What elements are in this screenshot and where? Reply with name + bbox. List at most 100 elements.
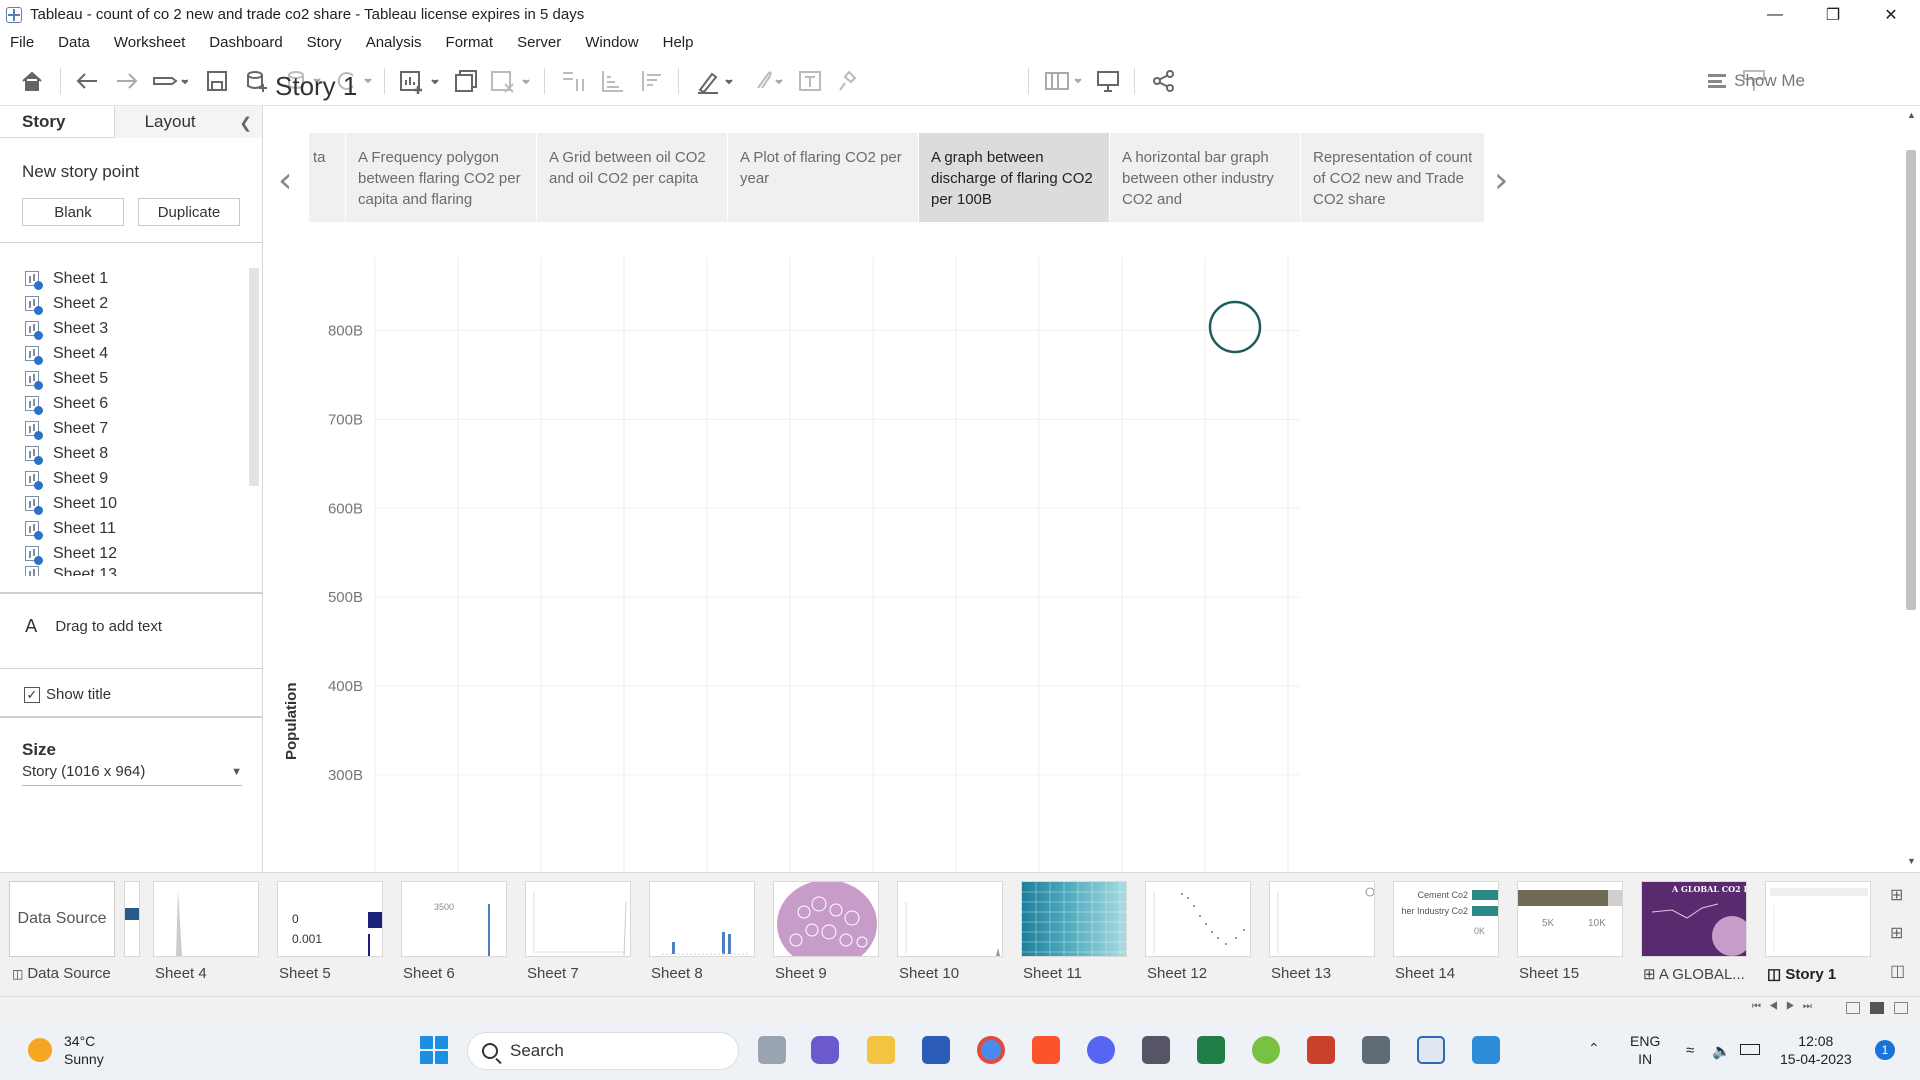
sheet-tab[interactable]: Sheet 8	[649, 881, 759, 983]
sheet-tab[interactable]: 5K 10K Sheet 15	[1517, 881, 1627, 983]
weather-widget[interactable]: 34°C Sunny	[28, 1032, 104, 1068]
new-dashboard-tab-icon[interactable]: ⊞	[1890, 923, 1903, 943]
camera-icon[interactable]	[1142, 1036, 1170, 1064]
tableau-icon[interactable]	[1417, 1036, 1445, 1064]
menu-format[interactable]: Format	[446, 34, 494, 51]
undo-icon[interactable]	[72, 66, 102, 96]
sheet-list-item[interactable]: Sheet 7	[0, 416, 263, 441]
sheet-tab[interactable]: Sheet 13	[1269, 881, 1379, 983]
replay-icon[interactable]	[150, 66, 190, 96]
sort-ascending-icon[interactable]	[598, 66, 626, 96]
sheet-list-scrollbar[interactable]	[249, 268, 259, 486]
tabs-view-icon[interactable]	[1870, 1002, 1884, 1014]
menu-dashboard[interactable]: Dashboard	[209, 34, 282, 51]
new-story-tab-icon[interactable]: ◫	[1890, 961, 1905, 981]
new-worksheet-icon[interactable]	[397, 66, 441, 96]
menu-server[interactable]: Server	[517, 34, 561, 51]
app-green-icon[interactable]	[1252, 1036, 1280, 1064]
story-point[interactable]: A Grid between oil CO2 and oil CO2 per c…	[537, 133, 727, 222]
data-point[interactable]	[1208, 300, 1262, 354]
file-explorer-icon[interactable]	[867, 1036, 895, 1064]
new-worksheet-tab-icon[interactable]: ⊞	[1890, 885, 1903, 905]
sheet-list-item[interactable]: Sheet 4	[0, 341, 263, 366]
swap-rows-columns-icon[interactable]	[558, 66, 586, 96]
story-point[interactable]: A Plot of flaring CO2 per year	[728, 133, 918, 222]
discord-icon[interactable]	[1087, 1036, 1115, 1064]
scroll-up-icon[interactable]: ▲	[1907, 110, 1916, 120]
sheet-list-item[interactable]: Sheet 2	[0, 291, 263, 316]
menu-help[interactable]: Help	[663, 34, 694, 51]
sheet-list-item[interactable]: Sheet 6	[0, 391, 263, 416]
save-icon[interactable]	[204, 66, 230, 96]
teams-icon[interactable]	[811, 1036, 839, 1064]
notification-badge[interactable]: 1	[1875, 1040, 1895, 1060]
excel-icon[interactable]	[1197, 1036, 1225, 1064]
canvas-scrollbar[interactable]: ▲ ▼	[1902, 106, 1920, 872]
sheet-list-item[interactable]: Sheet 12	[0, 541, 263, 566]
story-point-active[interactable]: A graph between discharge of flaring CO2…	[919, 133, 1109, 222]
scroll-down-icon[interactable]: ▼	[1907, 856, 1916, 866]
sheet-tab[interactable]: 3500 Sheet 6	[401, 881, 511, 983]
sheet-tab[interactable]: Sheet 9	[773, 881, 883, 983]
restore-button[interactable]: ❐	[1804, 0, 1862, 29]
filmstrip-view-icon[interactable]	[1846, 1002, 1860, 1014]
sheet-tab[interactable]: Sheet 11	[1021, 881, 1131, 983]
collapse-chevron-icon[interactable]: ❮	[239, 114, 252, 132]
photos-icon[interactable]	[1472, 1036, 1500, 1064]
taskbar-search[interactable]: Search	[467, 1032, 739, 1070]
share-icon[interactable]	[1150, 66, 1178, 96]
next-story-point-icon[interactable]: ›	[1494, 160, 1508, 201]
powerpoint-icon[interactable]	[1307, 1036, 1335, 1064]
start-button[interactable]	[420, 1036, 448, 1064]
blank-button[interactable]: Blank	[22, 198, 124, 226]
show-title-checkbox[interactable]: ✓ Show title	[24, 686, 111, 703]
scroll-thumb[interactable]	[1906, 150, 1916, 610]
tab-navigation-icons[interactable]: ⏮◀▶⏭	[1752, 1001, 1820, 1012]
chrome-icon[interactable]	[977, 1036, 1005, 1064]
home-icon[interactable]	[18, 66, 46, 96]
sheet-list-item[interactable]: Sheet 5	[0, 366, 263, 391]
show-cards-icon[interactable]	[1042, 66, 1086, 96]
size-dropdown[interactable]: Story (1016 x 964) ▼	[22, 758, 242, 786]
story-point[interactable]: ta	[309, 133, 345, 222]
show-me-button[interactable]: Show Me	[1708, 71, 1805, 91]
sheet-list-item[interactable]: Sheet 9	[0, 466, 263, 491]
task-view-icon[interactable]	[758, 1036, 786, 1064]
highlight-icon[interactable]	[694, 66, 738, 96]
sheet-tab[interactable]: 0 0.001 Sheet 5	[277, 881, 387, 983]
sheet-list-item[interactable]: Sheet 10	[0, 491, 263, 516]
sheet-tab[interactable]: Sheet 7	[525, 881, 635, 983]
sheet-tab[interactable]: Sheet 12	[1145, 881, 1255, 983]
menu-data[interactable]: Data	[58, 34, 90, 51]
labels-icon[interactable]	[796, 66, 824, 96]
sheet-list-item[interactable]: Sheet 3	[0, 316, 263, 341]
presentation-mode-icon[interactable]	[1094, 66, 1122, 96]
dashboard-tab[interactable]: A GLOBAL CO2 EMI ⊞ A GLOBAL...	[1641, 881, 1751, 983]
menu-analysis[interactable]: Analysis	[366, 34, 422, 51]
tab-layout[interactable]: Layout ❮	[114, 106, 262, 138]
group-members-icon[interactable]	[748, 66, 788, 96]
menu-file[interactable]: File	[10, 34, 34, 51]
brave-icon[interactable]	[1032, 1036, 1060, 1064]
clock[interactable]: 12:08 15-04-2023	[1780, 1032, 1852, 1068]
drag-text-item[interactable]: A Drag to add text	[25, 616, 162, 637]
duplicate-icon[interactable]	[452, 66, 480, 96]
duplicate-button[interactable]: Duplicate	[138, 198, 240, 226]
calculator-icon[interactable]	[1362, 1036, 1390, 1064]
menu-story[interactable]: Story	[307, 34, 342, 51]
sheet-list-item[interactable]: Sheet 1	[0, 266, 263, 291]
sheet-tab[interactable]: Cement Co2 her Industry Co2 0K Sheet 14	[1393, 881, 1503, 983]
sheet-list-item[interactable]: Sheet 11	[0, 516, 263, 541]
previous-story-point-icon[interactable]: ‹	[278, 160, 292, 201]
sort-descending-icon[interactable]	[638, 66, 666, 96]
story-point[interactable]: A Frequency polygon between flaring CO2 …	[346, 133, 536, 222]
minimize-button[interactable]: —	[1746, 0, 1804, 29]
sheet-list-item[interactable]: Sheet 13	[0, 566, 263, 576]
sheet-list-item[interactable]: Sheet 8	[0, 441, 263, 466]
story-tab-active[interactable]: ◫ Story 1	[1765, 881, 1875, 983]
volume-icon[interactable]: 🔈	[1712, 1042, 1731, 1060]
tray-overflow-icon[interactable]: ⌃	[1588, 1040, 1600, 1057]
new-data-source-icon[interactable]	[243, 66, 271, 96]
word-icon[interactable]	[922, 1036, 950, 1064]
menu-worksheet[interactable]: Worksheet	[114, 34, 185, 51]
